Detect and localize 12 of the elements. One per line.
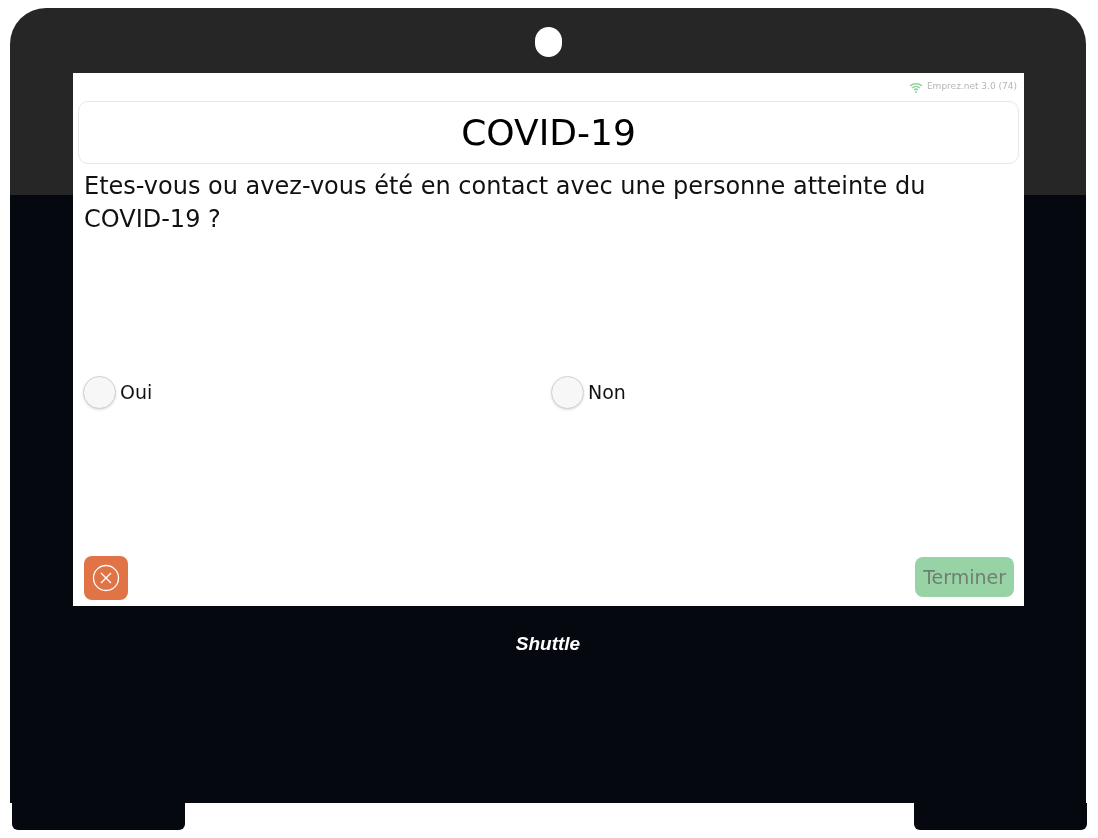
brand-label: Shuttle [515,632,581,656]
version-label: Emprez.net 3.0 (74) [926,80,1017,94]
page-title: COVID-19 [461,114,636,151]
option-label: Oui [120,380,153,406]
radio-button[interactable] [551,376,584,409]
question-text: Etes-vous ou avez-vous été en contact avec une personne atteinte du COVID-19 ? [83,171,927,235]
wifi-icon [908,81,923,93]
option-label: Non [588,380,626,406]
close-icon [92,564,120,592]
camera-icon [535,27,562,57]
cancel-button[interactable] [84,556,128,600]
radio-button[interactable] [83,376,116,409]
